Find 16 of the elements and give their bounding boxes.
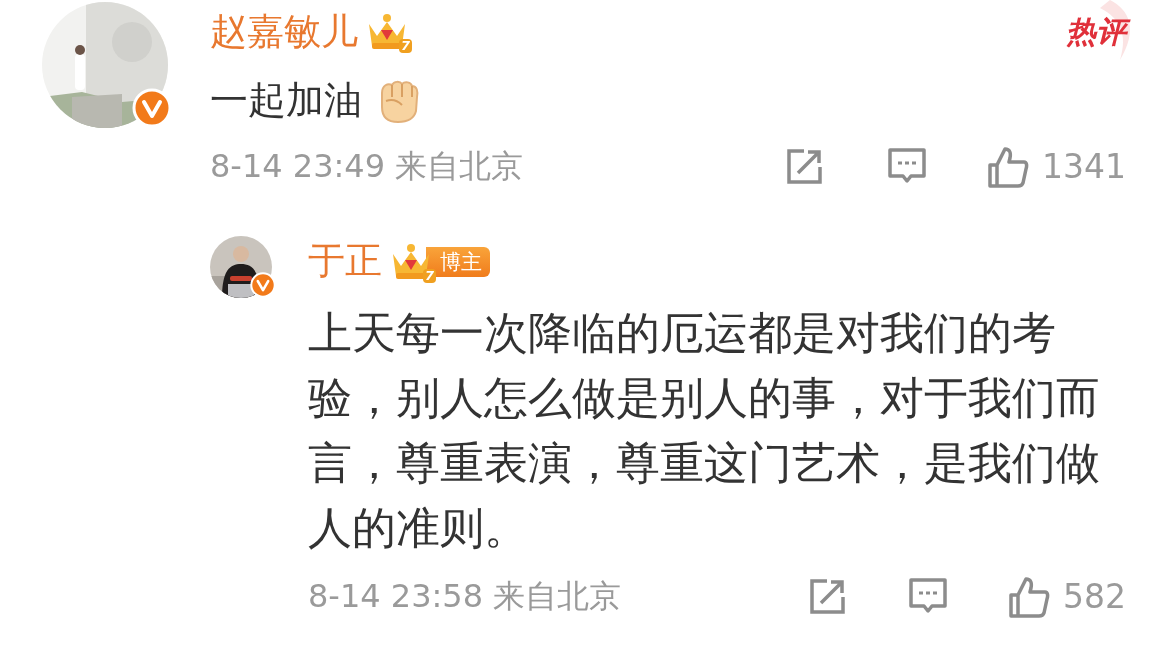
share-icon — [807, 576, 847, 617]
like-button[interactable]: 1341 — [986, 144, 1126, 189]
thumbs-up-icon — [1007, 574, 1051, 619]
share-button[interactable] — [807, 576, 847, 617]
comment-text: 一起加油 — [210, 78, 362, 124]
thumbs-up-icon — [986, 144, 1030, 189]
like-button[interactable]: 582 — [1007, 574, 1126, 619]
reply-text: 上天每一次降临的厄运都是对我们的考验，别人怎么做是别人的事，对于我们而言，尊重表演，尊重这门艺术，是我们做人的准则。 — [308, 305, 1101, 555]
hot-comment-badge: 热评 — [1050, 0, 1142, 64]
timestamp: 8-14 23:49 来自北京 — [210, 145, 524, 187]
timestamp: 8-14 23:58 来自北京 — [308, 575, 622, 617]
share-icon — [784, 146, 824, 187]
username[interactable]: 于正 — [308, 241, 382, 282]
share-button[interactable] — [784, 146, 824, 187]
crown-icon — [366, 12, 408, 52]
username[interactable]: 赵嘉敏儿 — [210, 11, 358, 53]
